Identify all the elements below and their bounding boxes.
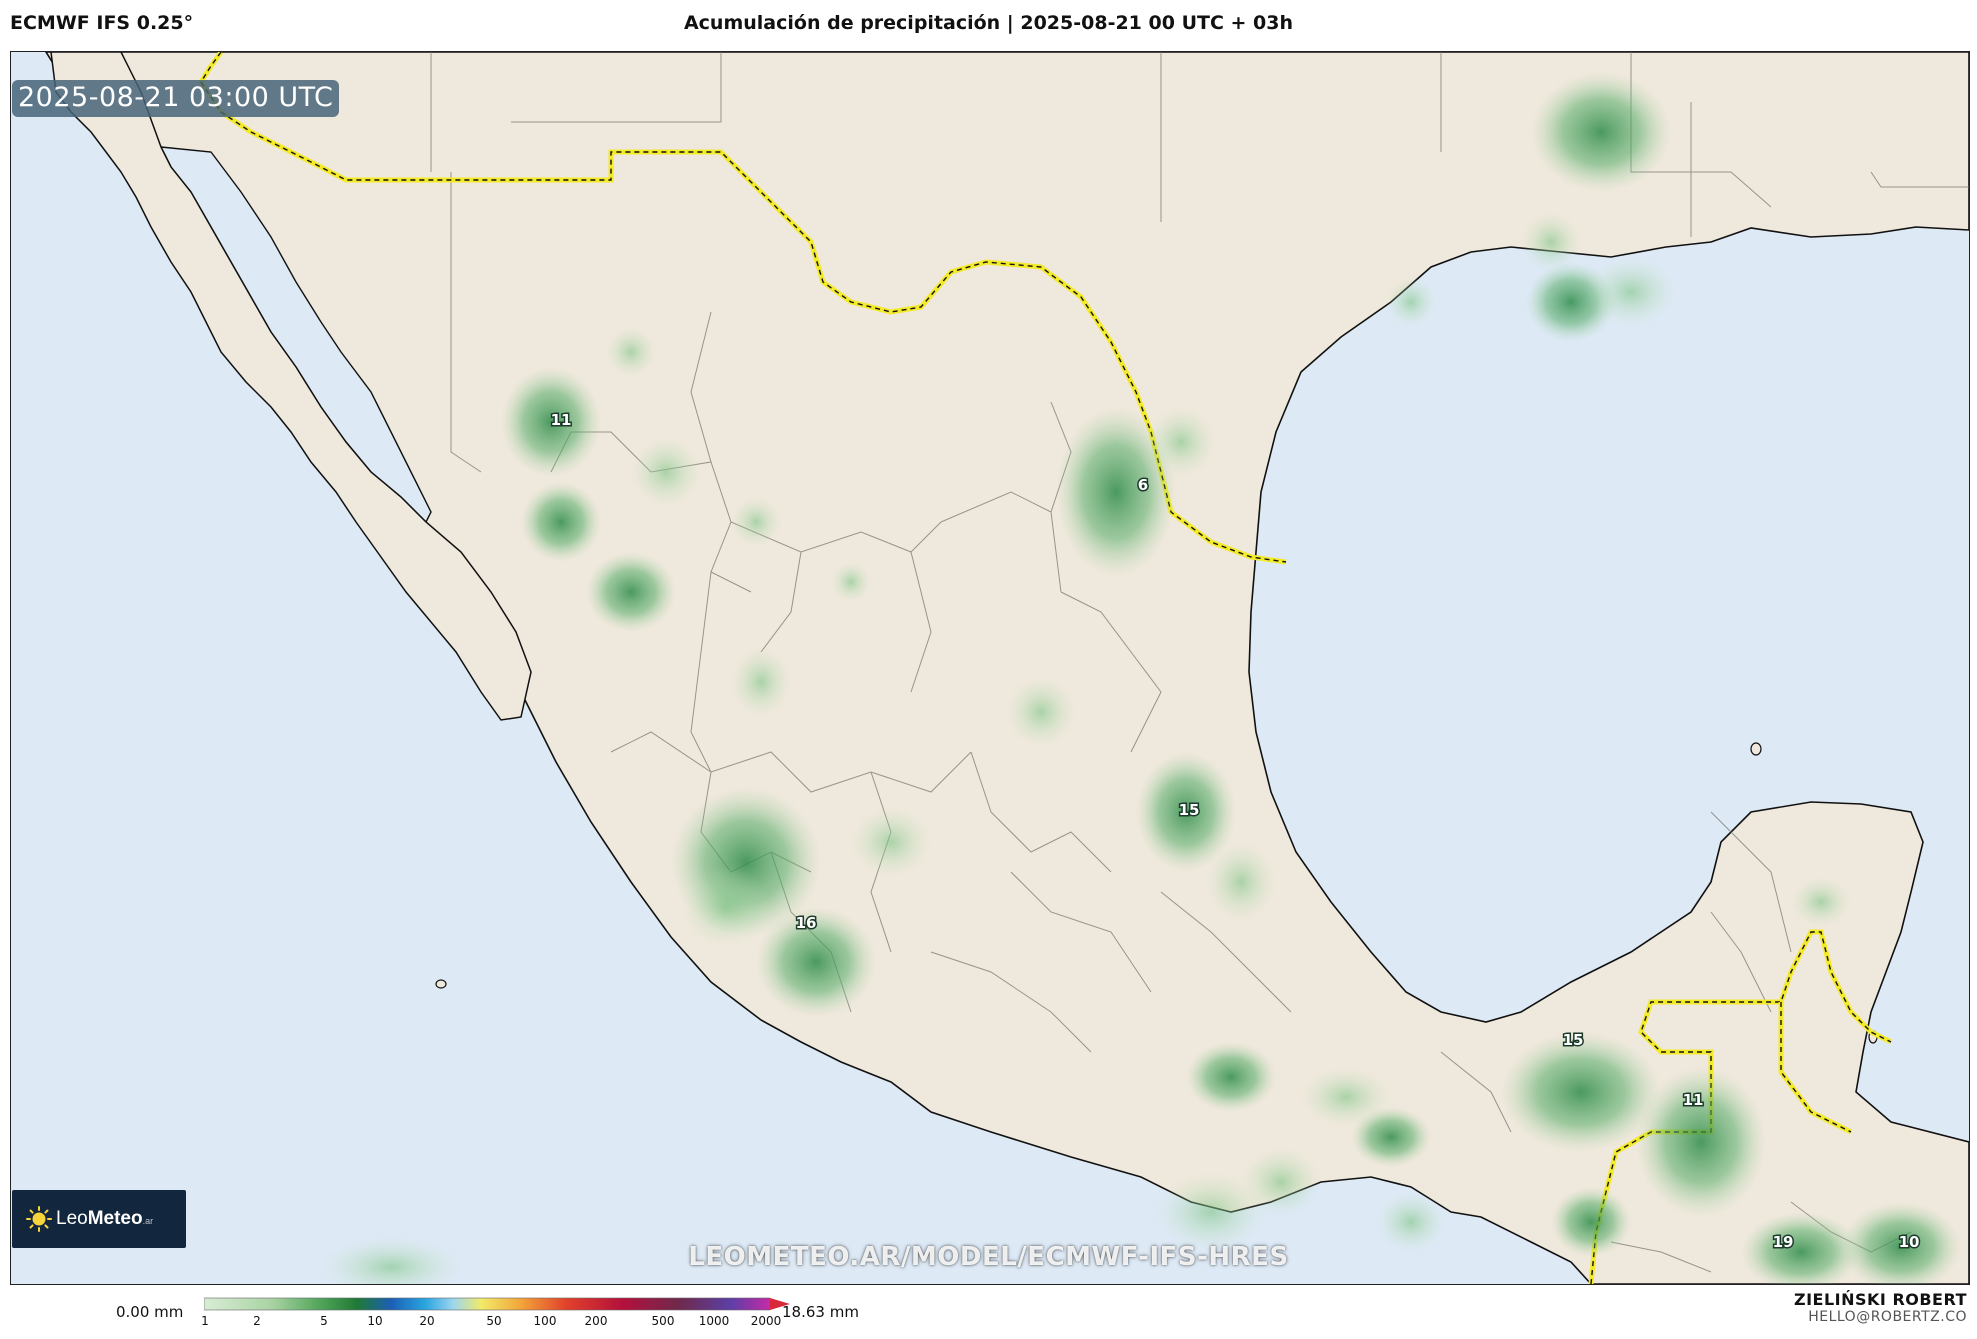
header: ECMWF IFS 0.25° Acumulación de precipita… [0, 0, 1977, 50]
legend-min-label: 0.00 mm [116, 1303, 184, 1321]
legend-tick: 10 [367, 1314, 383, 1328]
author-email: HELLO@ROBERTZ.CO [1808, 1309, 1967, 1325]
source-watermark: LEOMETEO.AR/MODEL/ECMWF-IFS-HRES [688, 1242, 1289, 1272]
legend-tick: 5 [320, 1314, 328, 1328]
legend-colorbar [204, 1297, 790, 1311]
color-legend: 0.00 mm 18.63 mm 1 2 5 10 20 50 100 200 … [0, 1290, 1977, 1339]
logo-suffix: .ar [142, 1216, 154, 1226]
peak-label: 6 [1138, 476, 1148, 494]
island [1750, 742, 1762, 756]
map-canvas: 11 6 15 16 15 11 19 10 [11, 52, 1969, 1284]
peak-label: 16 [796, 914, 817, 932]
legend-tick: 1 [201, 1314, 209, 1328]
valid-time-badge: 2025-08-21 03:00 UTC [12, 80, 340, 117]
map-title: Acumulación de precipitación | 2025-08-2… [683, 12, 1294, 34]
logo-text-rest: Meteo [87, 1208, 143, 1229]
author-signature: ZIELIŃSKI ROBERT HELLO@ROBERTZ.CO [1794, 1290, 1967, 1325]
logo-text-bold: Leo [56, 1208, 88, 1229]
peak-label: 11 [1683, 1091, 1704, 1109]
legend-max-label: 18.63 mm [782, 1303, 859, 1321]
legend-tick: 200 [584, 1314, 608, 1328]
legend-tick: 2 [253, 1314, 261, 1328]
legend-tick: 20 [419, 1314, 435, 1328]
peak-label: 15 [1563, 1031, 1584, 1049]
legend-tick: 100 [533, 1314, 557, 1328]
author-name: ZIELIŃSKI ROBERT [1793, 1290, 1967, 1309]
legend-tick: 2000 [750, 1314, 782, 1328]
legend-tick: 500 [651, 1314, 675, 1328]
leometeo-logo[interactable]: LeoMeteo.ar [12, 1190, 186, 1248]
precipitation-map[interactable]: 11 6 15 16 15 11 19 10 [10, 51, 1970, 1285]
logo-text: LeoMeteo.ar [56, 1208, 153, 1230]
legend-tick: 50 [486, 1314, 502, 1328]
sun-icon [26, 1206, 52, 1232]
island [435, 979, 447, 989]
peak-label: 15 [1179, 801, 1200, 819]
legend-tick: 1000 [698, 1314, 730, 1328]
peak-label: 11 [551, 411, 572, 429]
legend-ticks: 1 2 5 10 20 50 100 200 500 1000 2000 [201, 1314, 781, 1334]
